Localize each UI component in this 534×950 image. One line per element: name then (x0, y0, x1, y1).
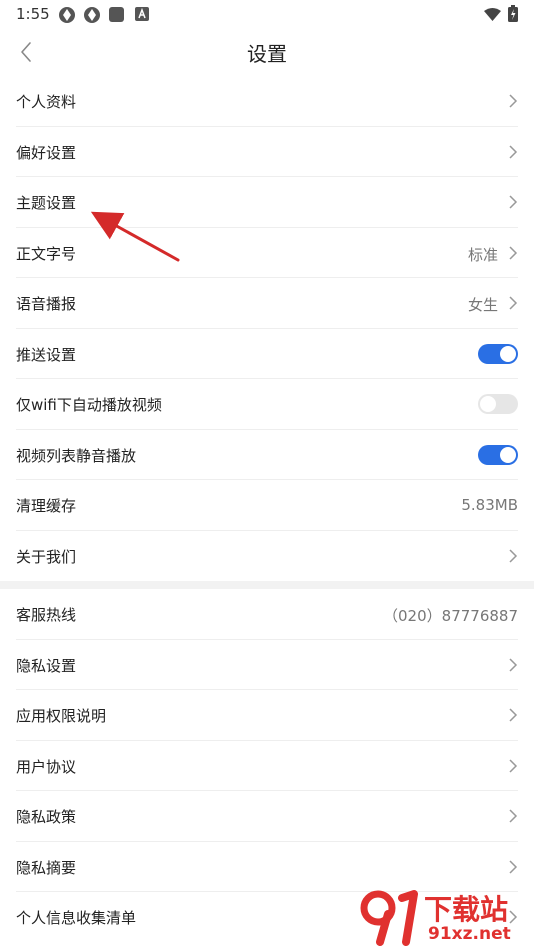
row-label: 正文字号 (16, 244, 77, 263)
chevron-right-icon (509, 144, 518, 159)
row-about[interactable]: 关于我们 (0, 531, 534, 582)
row-label: 个人信息收集清单 (16, 909, 137, 927)
row-mute-video: 视频列表静音播放 (0, 430, 534, 480)
status-bar: 1:55 (0, 0, 534, 30)
row-permissions[interactable]: 应用权限说明 (0, 690, 534, 741)
chevron-right-icon (509, 758, 518, 773)
row-font-size[interactable]: 正文字号 标准 (0, 228, 534, 278)
wifi-autoplay-toggle[interactable] (478, 394, 518, 414)
row-label: 语音播报 (16, 295, 77, 313)
logo-91-icon (360, 890, 418, 946)
chevron-right-icon (509, 657, 518, 672)
chevron-right-icon (509, 708, 518, 722)
row-value: 标准 (467, 245, 498, 264)
row-clear-cache[interactable]: 清理缓存 5.83MB (0, 480, 534, 531)
row-label: 关于我们 (16, 547, 77, 566)
watermark-logo: 下载站 91xz.net (358, 888, 530, 946)
row-privacy-settings[interactable]: 隐私设置 (0, 640, 534, 690)
mute-video-toggle[interactable] (478, 444, 518, 465)
chevron-right-icon (509, 195, 518, 209)
toggle-knob (500, 446, 516, 463)
push-toggle[interactable] (478, 343, 518, 364)
watermark-url: 91xz.net (428, 924, 511, 944)
chevron-right-icon (509, 94, 518, 108)
row-privacy-summary[interactable]: 隐私摘要 (0, 842, 534, 892)
row-label: 主题设置 (16, 194, 77, 212)
a-badge-icon (135, 7, 149, 21)
row-label: 仅wifi下自动播放视频 (16, 396, 162, 414)
row-label: 隐私政策 (16, 808, 77, 826)
row-label: 隐私摘要 (16, 858, 77, 877)
watermark-title: 下载站 (424, 893, 509, 926)
chevron-right-icon (509, 809, 518, 823)
chevron-right-icon (509, 859, 518, 874)
row-hotline[interactable]: 客服热线 （020）87776887 (0, 589, 534, 640)
wifi-icon (484, 8, 501, 21)
status-time: 1:55 (16, 5, 50, 23)
row-privacy-policy[interactable]: 隐私政策 (0, 791, 534, 842)
chevron-right-icon (509, 245, 518, 260)
hotline-number: （020）87776887 (383, 607, 518, 625)
toggle-knob (480, 396, 496, 412)
toggle-knob (500, 345, 516, 362)
settings-list-main: 个人资料 偏好设置 主题设置 正文字号 标准 语音播报 女生 推送设置 仅wif… (0, 76, 534, 589)
section-divider (0, 581, 534, 589)
chevron-right-icon (509, 296, 518, 310)
page-title: 设置 (247, 42, 287, 66)
row-push: 推送设置 (0, 329, 534, 379)
row-label: 个人资料 (16, 93, 77, 111)
chevron-right-icon (509, 548, 518, 563)
cache-size: 5.83MB (461, 496, 518, 514)
row-label: 偏好设置 (16, 143, 77, 162)
row-label: 隐私设置 (16, 656, 77, 675)
notification-icon (59, 7, 75, 23)
row-profile[interactable]: 个人资料 (0, 76, 534, 127)
notification-icon (84, 7, 100, 23)
square-icon (109, 7, 124, 22)
row-label: 清理缓存 (16, 497, 77, 515)
battery-icon (508, 5, 518, 22)
row-label: 用户协议 (16, 757, 77, 776)
app-header: 设置 (0, 30, 534, 76)
row-label: 视频列表静音播放 (16, 446, 137, 465)
row-wifi-autoplay: 仅wifi下自动播放视频 (0, 379, 534, 430)
row-label: 推送设置 (16, 345, 77, 364)
row-theme[interactable]: 主题设置 (0, 177, 534, 228)
row-label: 应用权限说明 (16, 707, 107, 725)
row-preferences[interactable]: 偏好设置 (0, 127, 534, 177)
row-value: 女生 (467, 296, 498, 314)
row-voice[interactable]: 语音播报 女生 (0, 278, 534, 329)
row-label: 客服热线 (16, 606, 77, 624)
row-user-agreement[interactable]: 用户协议 (0, 741, 534, 791)
